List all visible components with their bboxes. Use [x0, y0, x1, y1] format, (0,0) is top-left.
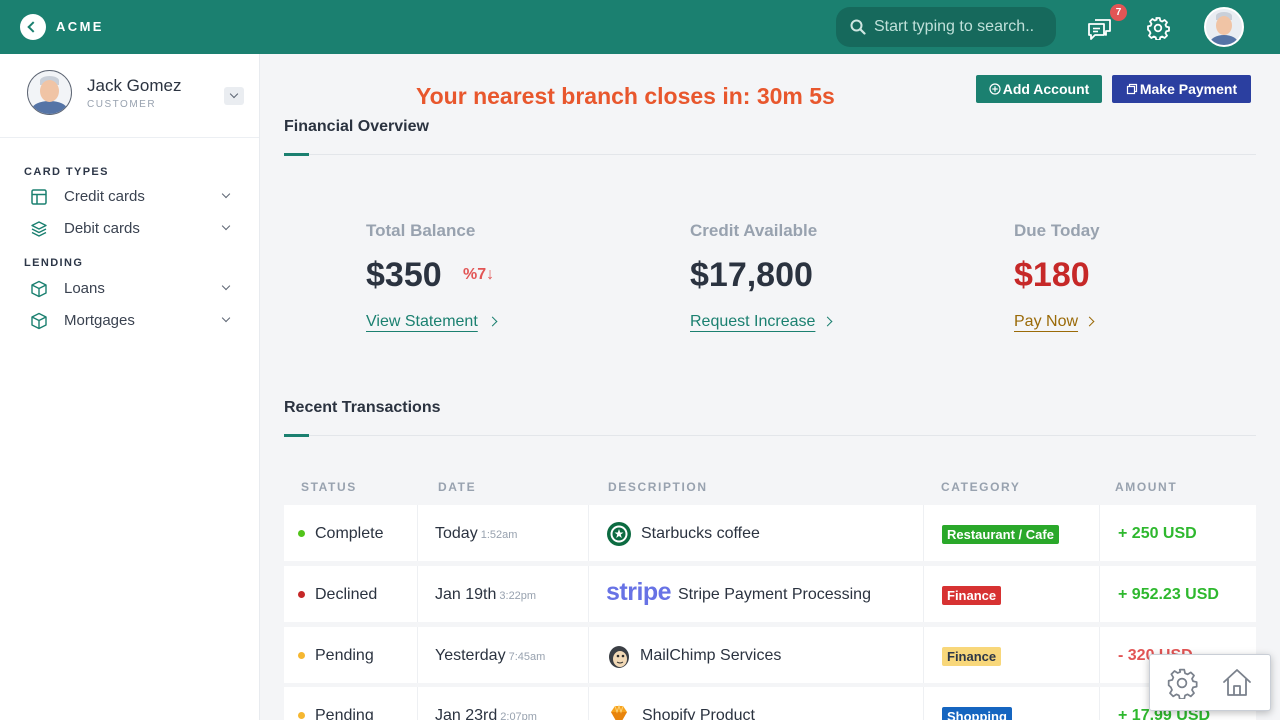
status-text: Pending	[315, 647, 374, 664]
add-account-button[interactable]: Add Account	[976, 75, 1102, 103]
search-box	[836, 7, 1056, 47]
view-statement-link[interactable]: View Statement	[366, 313, 478, 331]
user-role: CUSTOMER	[87, 99, 157, 110]
starbucks-icon	[607, 522, 631, 546]
sidebar-item-debit-cards[interactable]: Debit cards	[24, 215, 240, 243]
nav-heading-lending: LENDING	[24, 257, 84, 269]
financial-overview-title: Financial Overview	[284, 118, 429, 135]
recent-transactions-title: Recent Transactions	[284, 399, 441, 416]
stripe-icon: stripe	[606, 578, 672, 606]
nav-heading-card-types: CARD TYPES	[24, 166, 109, 178]
sidebar-item-label: Loans	[64, 280, 105, 297]
sidebar-item-label: Mortgages	[64, 312, 135, 329]
transaction-date: Yesterday 7:45am	[435, 647, 546, 664]
sidebar-item-label: Debit cards	[64, 220, 140, 237]
search-input[interactable]	[874, 15, 1050, 39]
transaction-description: Starbucks coffee	[641, 525, 760, 542]
shopify-icon	[611, 704, 627, 720]
column-header-date[interactable]: DATE	[438, 480, 476, 494]
user-avatar[interactable]	[1204, 7, 1244, 47]
profile-dropdown-toggle[interactable]	[224, 87, 244, 105]
due-today-value: $180	[1014, 256, 1090, 294]
floating-quick-actions	[1149, 654, 1271, 711]
box-icon	[31, 280, 47, 298]
top-navbar: ACME 7	[0, 0, 1280, 54]
transaction-date: Jan 23rd 2:07pm	[435, 707, 537, 720]
balance-change-indicator: %7↓	[463, 266, 495, 283]
category-badge: Finance	[942, 647, 1002, 666]
column-header-status[interactable]: STATUS	[301, 480, 357, 494]
status-dot-complete	[298, 530, 305, 537]
profile-avatar	[27, 70, 72, 115]
total-balance-label: Total Balance	[366, 221, 476, 240]
category-badge: Shopping	[942, 707, 1012, 720]
copy-icon	[1126, 83, 1137, 95]
sidebar-item-mortgages[interactable]: Mortgages	[24, 307, 240, 335]
notification-badge: 7	[1110, 4, 1127, 21]
column-header-category[interactable]: CATEGORY	[941, 480, 1020, 494]
sidebar-item-label: Credit cards	[64, 188, 145, 205]
due-today-label: Due Today	[1014, 221, 1100, 240]
status-text: Complete	[315, 525, 384, 542]
settings-gear-icon[interactable]	[1166, 667, 1198, 699]
transaction-date: Jan 19th 3:22pm	[435, 586, 537, 603]
table-row[interactable]: Declined Jan 19th 3:22pm stripe Stripe Pa…	[284, 566, 1256, 622]
pay-now-link[interactable]: Pay Now	[1014, 313, 1078, 331]
section-divider	[284, 435, 1256, 436]
credit-available-label: Credit Available	[690, 221, 818, 240]
home-icon[interactable]	[1220, 666, 1254, 700]
status-dot-pending	[298, 712, 305, 719]
box-icon	[31, 312, 47, 330]
category-badge: Restaurant / Cafe	[942, 525, 1059, 544]
chevron-down-icon	[229, 89, 239, 99]
section-divider	[284, 154, 1256, 155]
chevron-right-icon	[822, 316, 833, 327]
sidebar-item-credit-cards[interactable]: Credit cards	[24, 183, 240, 211]
chevron-down-icon	[221, 313, 231, 323]
settings-gear-icon[interactable]	[1146, 16, 1170, 40]
chat-icon[interactable]	[1086, 14, 1114, 42]
total-balance-value: $350	[366, 256, 442, 294]
table-row[interactable]: Pending Jan 23rd 2:07pm Shopify Product S…	[284, 687, 1256, 720]
table-row[interactable]: Pending Yesterday 7:45am MailChimp Servic…	[284, 627, 1256, 683]
section-accent-bar	[284, 153, 309, 156]
status-dot-pending	[298, 652, 305, 659]
search-icon	[850, 19, 866, 35]
make-payment-label: Make Payment	[1139, 81, 1238, 97]
transaction-amount: + 250 USD	[1118, 525, 1197, 542]
chevron-right-icon	[487, 316, 498, 327]
status-text: Pending	[315, 707, 374, 720]
transaction-description: Stripe Payment Processing	[678, 586, 871, 603]
column-header-description[interactable]: DESCRIPTION	[608, 480, 708, 494]
status-text: Declined	[315, 586, 378, 603]
chevron-down-icon	[221, 221, 231, 231]
table-row[interactable]: Complete Today 1:52am Starbucks coffee Re…	[284, 505, 1256, 561]
user-name: Jack Gomez	[87, 76, 182, 95]
chevron-down-icon	[221, 189, 231, 199]
branch-countdown-banner: Your nearest branch closes in: 30m 5s	[416, 83, 835, 109]
transaction-description: Shopify Product	[642, 707, 755, 720]
brand-name: ACME	[56, 19, 104, 34]
make-payment-button[interactable]: Make Payment	[1112, 75, 1251, 103]
acme-logo-icon[interactable]	[20, 14, 46, 40]
status-dot-declined	[298, 591, 305, 598]
plus-circle-icon	[989, 83, 1001, 95]
sidebar-item-loans[interactable]: Loans	[24, 275, 240, 303]
transaction-amount: + 952.23 USD	[1118, 586, 1219, 603]
transaction-date: Today 1:52am	[435, 525, 518, 542]
section-accent-bar	[284, 434, 309, 437]
request-increase-link[interactable]: Request Increase	[690, 313, 815, 331]
add-account-label: Add Account	[1002, 81, 1090, 97]
sidebar: Jack Gomez CUSTOMER CARD TYPES Credit ca…	[0, 54, 260, 720]
user-profile-card: Jack Gomez CUSTOMER	[0, 54, 259, 138]
mailchimp-icon	[609, 646, 629, 668]
layers-icon	[31, 221, 47, 237]
layout-icon	[31, 189, 47, 205]
chevron-right-icon	[1084, 316, 1095, 327]
column-header-amount[interactable]: AMOUNT	[1115, 480, 1177, 494]
transaction-description: MailChimp Services	[640, 647, 782, 664]
category-badge: Finance	[942, 586, 1002, 605]
credit-available-value: $17,800	[690, 256, 813, 294]
chevron-down-icon	[221, 281, 231, 291]
